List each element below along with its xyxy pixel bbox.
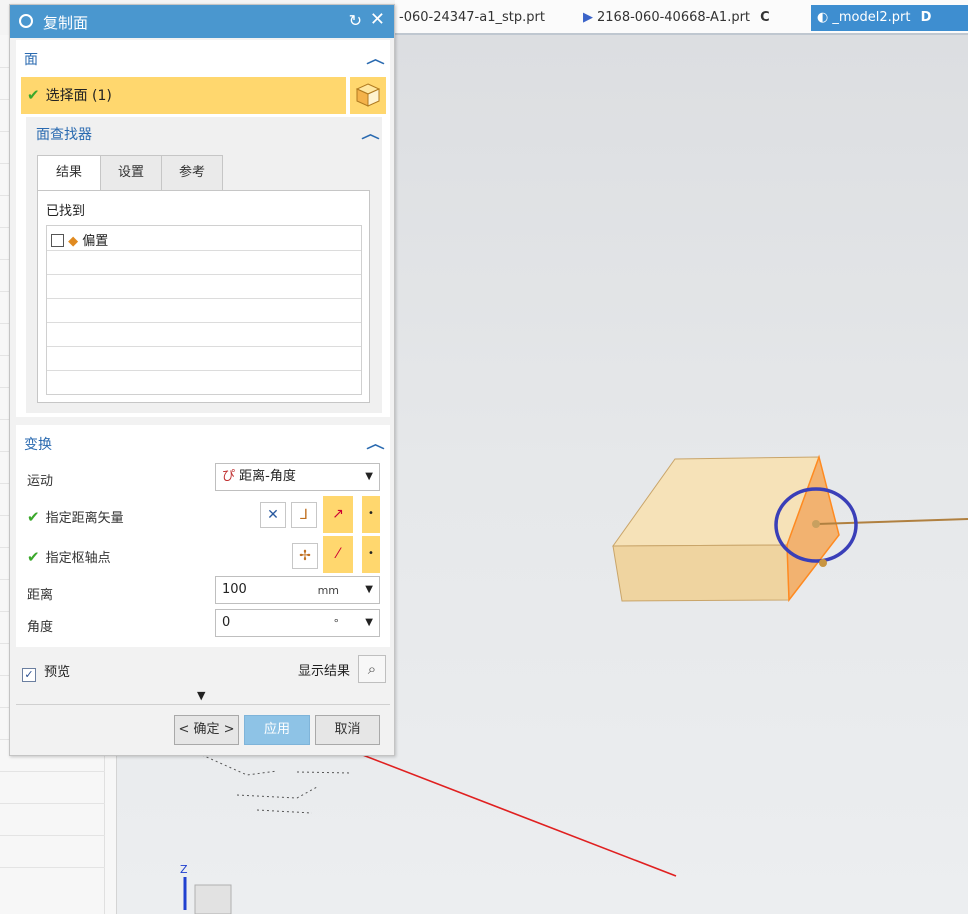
pivot-selector-button[interactable]: ⁄ [323, 536, 353, 573]
chevron-down-icon: ▼ [365, 471, 373, 482]
motion-dropdown[interactable]: ぴ 距离-角度 ▼ [215, 463, 380, 491]
offset-face-icon: ◆ [68, 234, 79, 249]
chevron-down-icon: ▼ [365, 584, 373, 595]
file-tab-bar: -060-24347-a1_stp.prt ▶ 2168-060-40668-A1… [395, 0, 968, 35]
check-icon: ✔ [27, 548, 40, 566]
show-result-label: 显示结果 [298, 664, 351, 679]
motion-label: 运动 [27, 474, 54, 489]
check-icon: ✔ [27, 508, 40, 526]
vector-options-button[interactable]: • [362, 496, 380, 533]
document-icon: D [920, 10, 932, 25]
part-icon: ◐ [817, 10, 829, 25]
dialog-title: 复制面 [43, 14, 89, 32]
select-face-row[interactable]: ✔ 选择面 (1) [21, 77, 346, 114]
more-options-chevron-icon[interactable]: ▼ [197, 689, 205, 702]
pivot-label: ✔ 指定枢轴点 [27, 548, 111, 566]
transform-collapse-chevron-icon[interactable]: ︿ [366, 433, 384, 452]
copy-face-dialog: 复制面 ↻ ✕ 面 ︿ ✔ 选择面 (1) 面查找器 ︿ 结果 设置 参考 已找到… [9, 4, 395, 756]
pivot-options-button[interactable]: • [362, 536, 380, 573]
divider [16, 704, 390, 705]
vector-selector-button[interactable]: ↗ [323, 496, 353, 533]
close-icon[interactable]: ✕ [370, 9, 385, 30]
pivot-point-icon: ⁄ [336, 546, 340, 562]
tab-stp-part[interactable]: -060-24347-a1_stp.prt [399, 5, 545, 31]
finder-collapse-chevron-icon[interactable]: ︿ [361, 123, 379, 142]
vector-arrow-icon: ↗ [332, 506, 344, 522]
point-dialog-button[interactable]: ✢ [292, 543, 318, 569]
face-finder-title: 面查找器 [36, 127, 92, 143]
show-result-magnifier-icon[interactable]: ⌕ [358, 655, 386, 683]
tab-reference[interactable]: 参考 [161, 155, 223, 191]
tab-results[interactable]: 结果 [37, 155, 101, 191]
preview-row: ✓ 预览 [22, 661, 70, 682]
angle-unit: ° [333, 617, 340, 630]
modified-icon: C [760, 10, 770, 25]
dialog-icon [19, 14, 33, 28]
found-label: 已找到 [46, 204, 86, 219]
cancel-button[interactable]: 取消 [315, 715, 380, 745]
transform-section-title: 变换 [24, 437, 52, 453]
cube-icon [355, 83, 381, 107]
list-item[interactable]: ◆ 偏置 [51, 230, 108, 249]
tab-2168-part[interactable]: ▶ 2168-060-40668-A1.prt C [583, 5, 770, 31]
apply-button[interactable]: 应用 [244, 715, 310, 745]
distance-field[interactable]: 100 mm ▼ [215, 576, 380, 604]
tab-settings[interactable]: 设置 [100, 155, 162, 191]
motion-icon: ぴ [222, 469, 236, 484]
ok-button[interactable]: < 确定 > [174, 715, 239, 745]
axis-icon: ⅃ [300, 507, 308, 523]
angle-field[interactable]: 0 ° ▼ [215, 609, 380, 637]
inferred-vector-button[interactable]: ⅃ [291, 502, 317, 528]
distance-unit: mm [317, 584, 339, 597]
collapse-chevron-icon[interactable]: ︿ [366, 48, 384, 67]
preview-checkbox[interactable]: ✓ [22, 668, 36, 682]
dialog-title-bar: 复制面 ↻ ✕ [10, 5, 394, 38]
tab-model2-part[interactable]: ◐ _model2.prt D [811, 5, 968, 31]
point-icon: ✢ [299, 548, 311, 564]
checkbox[interactable] [51, 234, 64, 247]
found-list[interactable]: ◆ 偏置 [46, 225, 362, 395]
distance-label: 距离 [27, 588, 54, 603]
found-list-box: 已找到 ◆ 偏置 [37, 190, 370, 403]
part-icon: ▶ [583, 10, 593, 25]
check-icon: ✔ [27, 86, 40, 104]
reset-icon[interactable]: ↻ [349, 11, 362, 30]
face-selector-button[interactable] [348, 77, 386, 114]
chevron-down-icon: ▼ [365, 617, 373, 628]
vector-label: ✔ 指定距离矢量 [27, 508, 124, 526]
face-section-title: 面 [24, 52, 38, 68]
cross-axes-icon: ✕ [267, 507, 279, 523]
vector-dialog-button[interactable]: ✕ [260, 502, 286, 528]
angle-label: 角度 [27, 620, 54, 635]
